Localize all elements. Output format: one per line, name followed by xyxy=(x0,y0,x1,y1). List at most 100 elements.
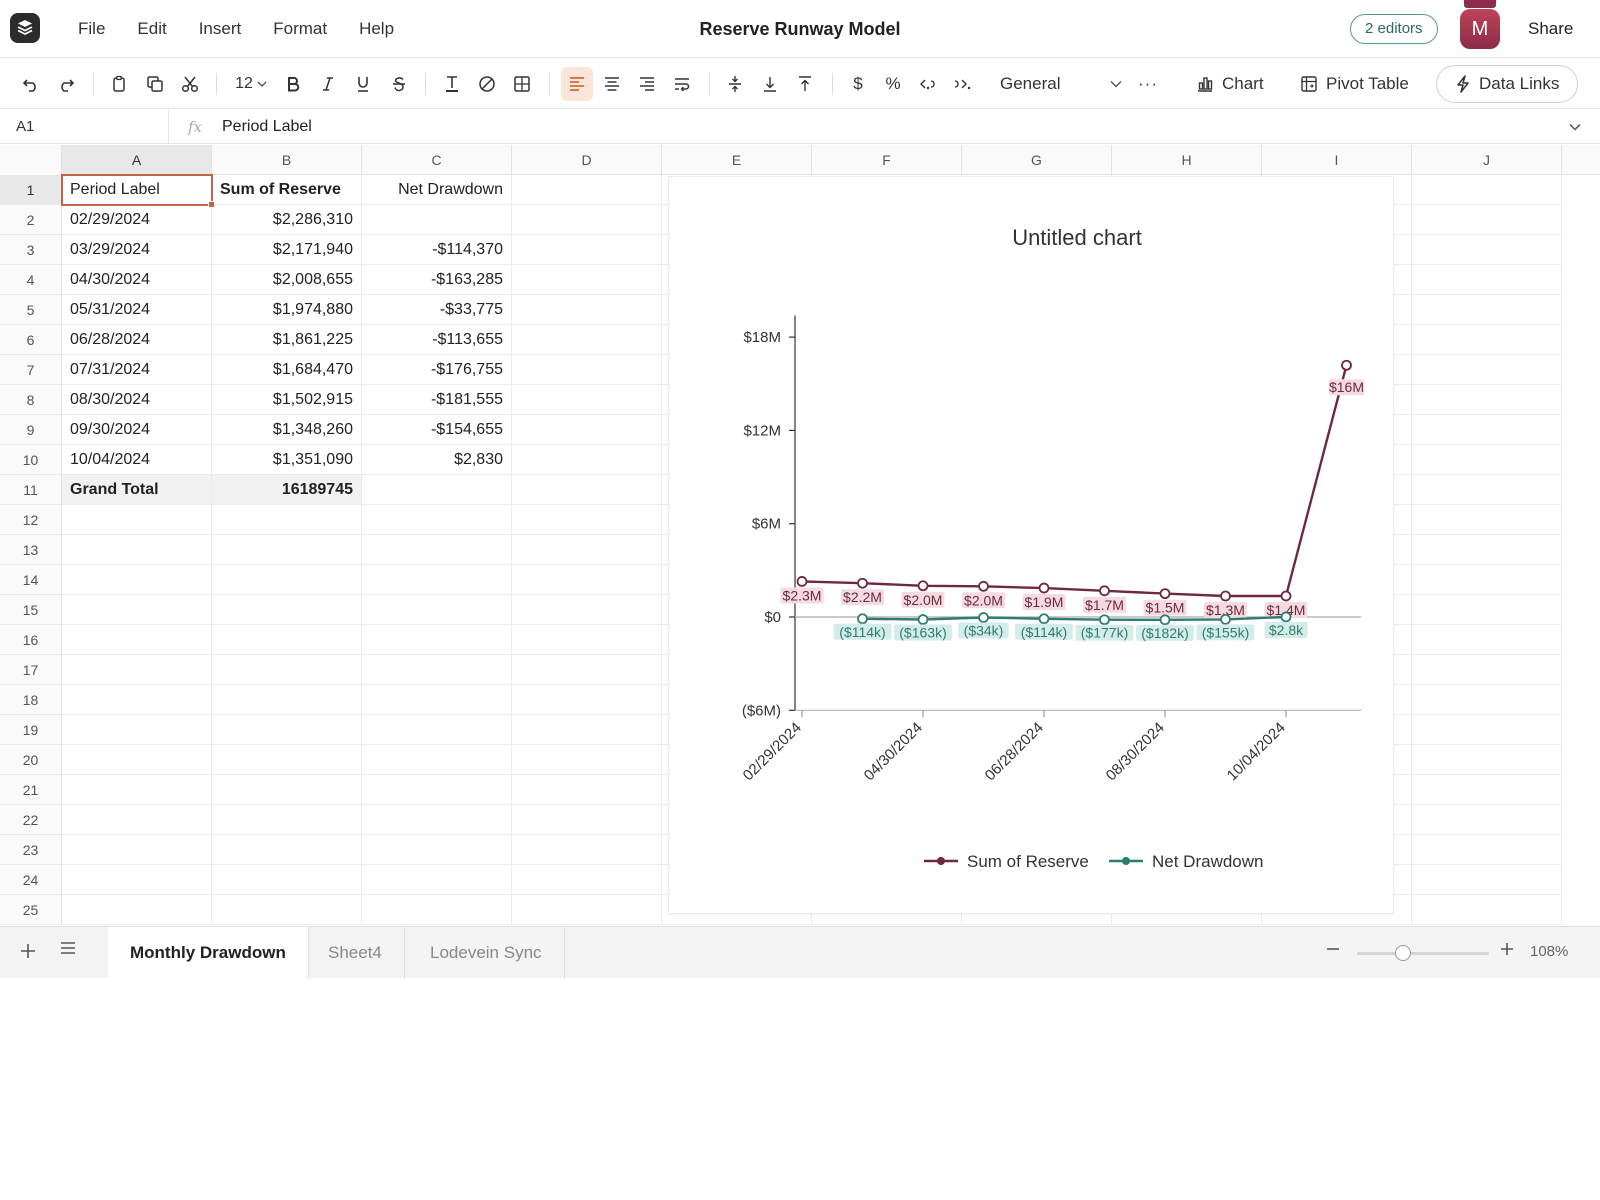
sheet-tab-sheet4[interactable]: Sheet4 xyxy=(306,927,405,979)
cell[interactable]: 08/30/2024 xyxy=(62,385,212,415)
row-header[interactable]: 7 xyxy=(0,355,62,385)
formula-input[interactable]: Period Label xyxy=(222,110,312,144)
cell[interactable]: -$163,285 xyxy=(362,265,512,295)
app-logo-icon[interactable] xyxy=(10,13,40,43)
data-point[interactable] xyxy=(1280,590,1292,602)
cell[interactable] xyxy=(62,805,212,835)
menu-file[interactable]: File xyxy=(62,0,121,58)
cell[interactable]: 10/04/2024 xyxy=(62,445,212,475)
cell[interactable] xyxy=(1412,385,1562,415)
fill-handle[interactable] xyxy=(208,201,215,208)
data-point[interactable] xyxy=(917,614,929,625)
cell[interactable] xyxy=(512,835,662,865)
cell[interactable] xyxy=(362,505,512,535)
column-header-c[interactable]: C xyxy=(362,145,512,175)
data-point[interactable] xyxy=(1280,611,1292,623)
cell[interactable] xyxy=(512,625,662,655)
data-point[interactable] xyxy=(978,612,989,623)
borders-icon[interactable] xyxy=(507,67,537,101)
cell[interactable] xyxy=(62,865,212,895)
cell[interactable] xyxy=(512,685,662,715)
strikethrough-icon[interactable] xyxy=(384,67,414,101)
chevron-down-icon[interactable] xyxy=(1568,120,1582,134)
cell[interactable] xyxy=(1412,685,1562,715)
row-header[interactable]: 5 xyxy=(0,295,62,325)
chart-panel[interactable]: Untitled chart ($6M) $0 $6M $12M $18M 02/29/2… xyxy=(668,176,1394,914)
row-header[interactable]: 19 xyxy=(0,715,62,745)
cell[interactable] xyxy=(212,805,362,835)
data-point[interactable] xyxy=(1220,590,1231,602)
cell[interactable] xyxy=(512,475,662,505)
bold-icon[interactable] xyxy=(278,67,308,101)
row-header[interactable]: 9 xyxy=(0,415,62,445)
cell[interactable] xyxy=(1412,355,1562,385)
cell[interactable] xyxy=(512,805,662,835)
cell[interactable]: $2,171,940 xyxy=(212,235,362,265)
cell[interactable] xyxy=(1412,565,1562,595)
select-all-corner[interactable] xyxy=(0,145,62,175)
cell[interactable] xyxy=(362,535,512,565)
cell[interactable] xyxy=(1412,505,1562,535)
cell[interactable] xyxy=(362,685,512,715)
cell[interactable] xyxy=(1412,475,1562,505)
column-header-i[interactable]: I xyxy=(1262,145,1412,175)
cell[interactable] xyxy=(362,565,512,595)
cell[interactable] xyxy=(62,535,212,565)
font-size-select[interactable]: 12 xyxy=(228,67,274,101)
row-header[interactable]: 24 xyxy=(0,865,62,895)
cell[interactable] xyxy=(62,565,212,595)
cell[interactable]: Net Drawdown xyxy=(362,175,512,205)
number-format-select[interactable]: General xyxy=(996,67,1126,101)
align-right-icon[interactable] xyxy=(632,67,662,101)
vertical-align-top-icon[interactable] xyxy=(790,67,820,101)
text-color-icon[interactable] xyxy=(437,67,467,101)
clear-format-icon[interactable] xyxy=(472,67,502,101)
row-header[interactable]: 6 xyxy=(0,325,62,355)
cell[interactable] xyxy=(512,655,662,685)
cell[interactable] xyxy=(512,445,662,475)
cell[interactable] xyxy=(1412,205,1562,235)
column-header-h[interactable]: H xyxy=(1112,145,1262,175)
cell[interactable]: 03/29/2024 xyxy=(62,235,212,265)
cell[interactable] xyxy=(362,655,512,685)
cell[interactable]: 05/31/2024 xyxy=(62,295,212,325)
cell-reference-box[interactable]: A1 xyxy=(16,110,34,144)
cell[interactable] xyxy=(212,505,362,535)
cell[interactable]: 04/30/2024 xyxy=(62,265,212,295)
zoom-in-button[interactable] xyxy=(1500,939,1514,962)
cell[interactable] xyxy=(1412,415,1562,445)
cut-icon[interactable] xyxy=(175,67,205,101)
cell[interactable] xyxy=(1412,775,1562,805)
row-header[interactable]: 22 xyxy=(0,805,62,835)
editors-badge[interactable]: 2 editors xyxy=(1350,14,1438,44)
increase-decimal-icon[interactable] xyxy=(948,67,978,101)
row-header[interactable]: 18 xyxy=(0,685,62,715)
cell[interactable] xyxy=(212,715,362,745)
legend-item-label[interactable]: Sum of Reserve xyxy=(967,852,1089,871)
row-header[interactable]: 15 xyxy=(0,595,62,625)
menu-help[interactable]: Help xyxy=(343,0,410,58)
copy-icon[interactable] xyxy=(140,67,170,101)
data-point[interactable] xyxy=(917,580,929,592)
row-header[interactable]: 23 xyxy=(0,835,62,865)
cell[interactable]: 16189745 xyxy=(212,475,362,505)
cell[interactable] xyxy=(362,205,512,235)
cell[interactable]: $2,286,310 xyxy=(212,205,362,235)
row-header[interactable]: 13 xyxy=(0,535,62,565)
cell[interactable]: -$114,370 xyxy=(362,235,512,265)
data-point[interactable] xyxy=(1038,582,1050,594)
cell[interactable] xyxy=(212,895,362,925)
cell[interactable] xyxy=(1412,325,1562,355)
cell[interactable] xyxy=(512,595,662,625)
cell[interactable]: -$181,555 xyxy=(362,385,512,415)
cell[interactable] xyxy=(1412,295,1562,325)
cell[interactable] xyxy=(362,625,512,655)
row-header[interactable]: 21 xyxy=(0,775,62,805)
cell[interactable] xyxy=(1412,235,1562,265)
cell[interactable] xyxy=(62,625,212,655)
cell[interactable] xyxy=(362,775,512,805)
cell[interactable]: $1,684,470 xyxy=(212,355,362,385)
cell[interactable] xyxy=(512,235,662,265)
cell[interactable] xyxy=(1412,535,1562,565)
underline-icon[interactable] xyxy=(348,67,378,101)
